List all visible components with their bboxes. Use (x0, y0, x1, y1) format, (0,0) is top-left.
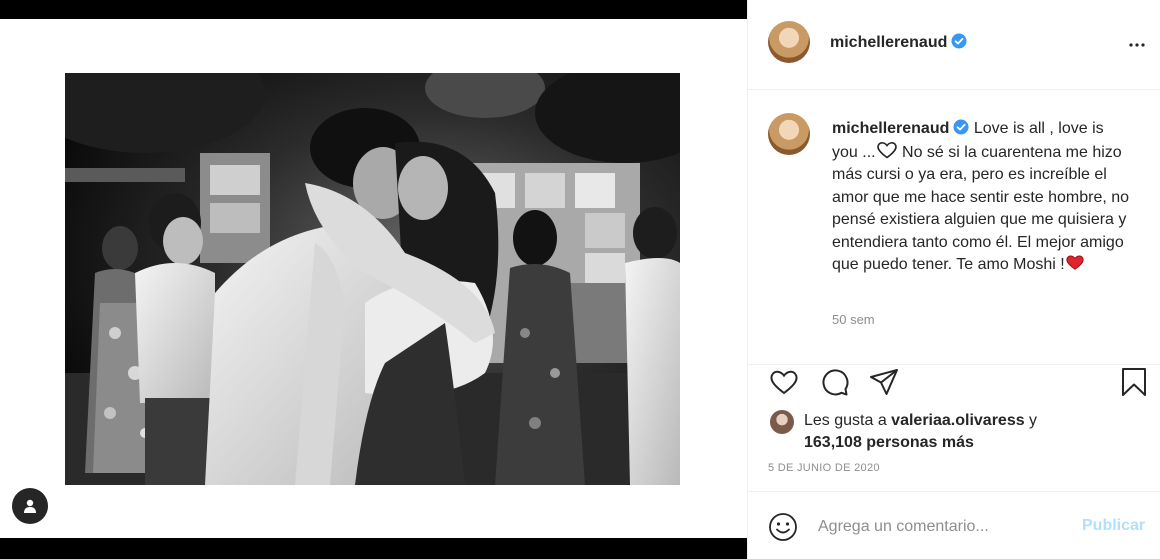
post-date[interactable]: 5 DE JUNIO DE 2020 (768, 462, 880, 474)
author-username: michellerenaud (830, 34, 948, 51)
post-actions (748, 366, 1160, 406)
red-heart-icon (1066, 255, 1084, 270)
media-top-bar (0, 0, 747, 19)
more-options-icon[interactable] (1125, 33, 1149, 57)
caption-author-avatar[interactable] (768, 113, 810, 155)
tagged-users-button[interactable] (12, 488, 48, 524)
caption-time-ago[interactable]: 50 sem (832, 312, 875, 327)
post-photo[interactable] (65, 73, 680, 485)
save-bookmark-icon[interactable] (1118, 366, 1150, 398)
share-icon[interactable] (868, 366, 900, 398)
emoji-icon[interactable] (768, 512, 798, 542)
author-username-link[interactable]: michellerenaud (830, 33, 967, 52)
caption-username[interactable]: michellerenaud (832, 120, 949, 137)
caption-area: michellerenaud Love is all , love is you… (748, 91, 1160, 365)
likes-text: Les gusta a valeriaa.olivaress y 163,108 … (804, 410, 1144, 454)
likes-summary: Les gusta a valeriaa.olivaress y 163,108 … (768, 408, 1148, 452)
white-heart-icon (876, 141, 897, 158)
like-heart-icon[interactable] (768, 366, 800, 398)
post-side-panel: michellerenaud michellerenaud Love is al… (747, 0, 1160, 559)
comment-input[interactable] (818, 514, 1068, 540)
liker-username[interactable]: valeriaa.olivaress (891, 412, 1024, 429)
verified-badge-icon (953, 119, 969, 135)
verified-badge-icon (951, 33, 967, 49)
post-header: michellerenaud (748, 0, 1160, 90)
comment-box: Publicar (748, 491, 1160, 559)
likes-connector: y (1024, 412, 1038, 429)
post-photo-image (65, 73, 680, 485)
comment-icon[interactable] (818, 366, 850, 398)
author-avatar[interactable] (768, 21, 810, 63)
post-caption: michellerenaud Love is all , love is you… (832, 118, 1132, 277)
likes-prefix: Les gusta a (804, 412, 892, 429)
publish-button[interactable]: Publicar (1082, 517, 1145, 535)
likes-count-link[interactable]: 163,108 personas más (804, 434, 974, 451)
user-icon (24, 499, 36, 513)
media-bottom-bar (0, 538, 747, 559)
liker-avatar[interactable] (770, 410, 794, 434)
post-media-area (0, 0, 747, 559)
